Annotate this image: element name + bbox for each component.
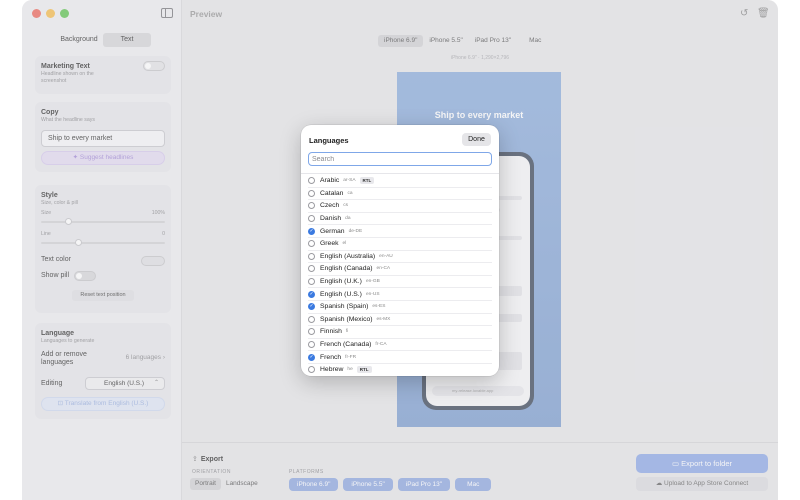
language-code: fr-FR <box>345 354 357 360</box>
language-row-fr-ca[interactable]: French (Canada) fr-CA <box>308 339 492 352</box>
language-code: en-GB <box>365 279 380 285</box>
language-name: French (Canada) <box>320 341 372 349</box>
language-name: Finnish <box>320 328 342 336</box>
language-row-ca[interactable]: Catalan ca <box>308 188 492 201</box>
language-code: en-US <box>365 291 380 297</box>
done-button[interactable]: Done <box>462 133 491 146</box>
language-name: English (U.K.) <box>320 278 362 286</box>
radio-icon[interactable] <box>308 341 315 349</box>
language-code: da <box>345 216 351 222</box>
language-search-input[interactable] <box>308 152 492 166</box>
language-row-he[interactable]: Hebrew he RTL <box>308 364 492 376</box>
rtl-badge: RTL <box>356 366 372 374</box>
language-code: es-ES <box>372 304 386 310</box>
language-row-fi[interactable]: Finnish fi <box>308 326 492 339</box>
radio-icon[interactable] <box>308 240 315 248</box>
language-name: French <box>320 353 342 361</box>
language-code: es-MX <box>376 316 391 322</box>
language-row-es-mx[interactable]: Spanish (Mexico) es-MX <box>308 314 492 327</box>
language-row-en-gb[interactable]: English (U.K.) en-GB <box>308 276 492 289</box>
language-row-en-us[interactable]: English (U.S.)en-US <box>308 288 492 301</box>
language-name: Greek <box>320 240 339 248</box>
language-code: el <box>342 241 347 247</box>
language-name: English (U.S.) <box>320 290 362 298</box>
radio-icon[interactable] <box>308 278 315 286</box>
language-row-de-de[interactable]: Germande-DE <box>308 225 492 238</box>
language-code: ar-SA <box>343 178 356 184</box>
checkmark-icon[interactable] <box>308 290 315 298</box>
language-name: Catalan <box>320 189 344 197</box>
language-list: Arabicar-SARTLCatalancaCzechcsDanishdaGe… <box>308 175 492 376</box>
language-code: fi <box>345 329 349 335</box>
language-code: en-CA <box>376 266 391 272</box>
language-row-da[interactable]: Danish da <box>308 213 492 226</box>
language-row-en-au[interactable]: English (Australia) en-AU <box>308 251 492 264</box>
checkmark-icon[interactable] <box>308 353 315 361</box>
language-name: Hebrew <box>320 366 344 374</box>
language-name: Spanish (Mexico) <box>320 315 373 323</box>
rtl-badge: RTL <box>359 177 375 185</box>
language-row-es-es[interactable]: Spanish (Spain)es-ES <box>308 301 492 314</box>
language-name: Czech <box>320 202 340 210</box>
language-row-el[interactable]: Greek el <box>308 238 492 251</box>
radio-icon[interactable] <box>308 177 315 185</box>
language-code: ca <box>347 190 353 196</box>
radio-icon[interactable] <box>308 366 315 374</box>
checkmark-icon[interactable] <box>308 303 315 311</box>
radio-icon[interactable] <box>308 315 315 323</box>
checkmark-icon[interactable] <box>308 227 315 235</box>
language-code: de-DE <box>348 228 363 234</box>
language-code: cs <box>343 203 349 209</box>
languages-modal: Languages Done Arabicar-SARTLCatalancaCz… <box>301 125 499 376</box>
language-row-fr-fr[interactable]: Frenchfr-FR <box>308 351 492 364</box>
language-name: English (Canada) <box>320 265 373 273</box>
language-code: he <box>347 367 353 373</box>
radio-icon[interactable] <box>308 328 315 336</box>
radio-icon[interactable] <box>308 202 315 210</box>
language-row-ar-sa[interactable]: Arabic ar-SA RTL <box>308 175 492 188</box>
radio-icon[interactable] <box>308 252 315 260</box>
language-code: fr-CA <box>375 342 387 348</box>
language-row-en-ca[interactable]: English (Canada) en-CA <box>308 263 492 276</box>
modal-title: Languages <box>309 136 349 145</box>
radio-icon[interactable] <box>308 265 315 273</box>
language-row-cs[interactable]: Czech cs <box>308 200 492 213</box>
language-name: Danish <box>320 215 342 223</box>
language-name: German <box>320 227 345 235</box>
radio-icon[interactable] <box>308 215 315 223</box>
language-name: Spanish (Spain) <box>320 303 369 311</box>
modal-divider <box>301 173 499 174</box>
language-name: English (Australia) <box>320 252 376 260</box>
language-name: Arabic <box>320 177 340 185</box>
radio-icon[interactable] <box>308 189 315 197</box>
language-code: en-AU <box>379 253 393 259</box>
